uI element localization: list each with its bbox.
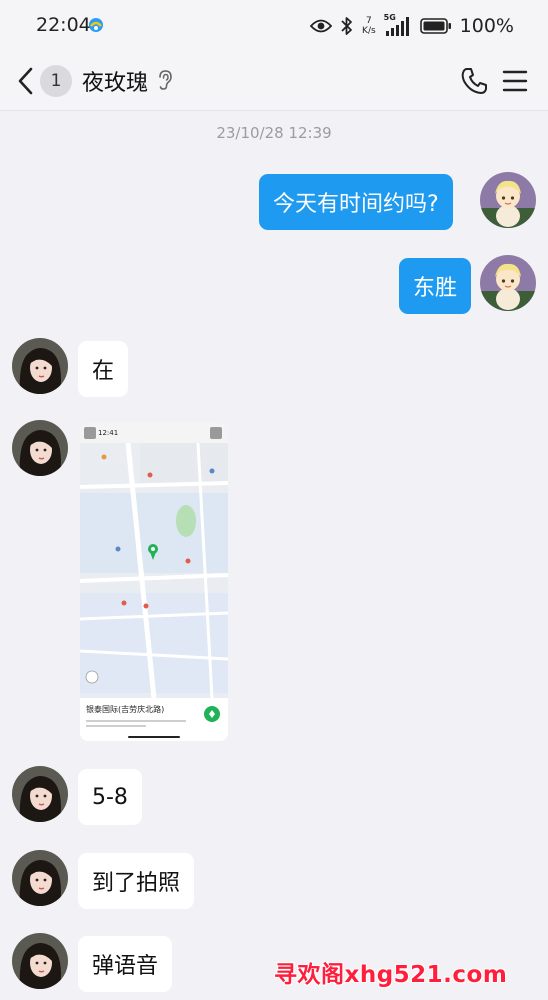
bluetooth-icon	[341, 17, 352, 35]
incoming-message-bubble[interactable]: 5-8	[78, 769, 142, 825]
signal-group: 5G	[384, 13, 412, 37]
net-speed: 7 K/s	[362, 16, 376, 36]
message-timestamp: 23/10/28 12:39	[216, 124, 332, 142]
back-chevron-icon	[18, 67, 33, 95]
status-icons: 7 K/s 5G 100%	[310, 12, 514, 40]
unread-badge: 1	[40, 65, 72, 97]
net-speed-value: 7	[365, 16, 372, 26]
phone-icon[interactable]	[460, 66, 490, 96]
my-avatar[interactable]	[480, 172, 536, 228]
contact-avatar[interactable]	[12, 420, 68, 476]
battery-icon	[419, 18, 451, 34]
contact-avatar-image	[12, 933, 68, 989]
signal-icon	[385, 17, 409, 36]
my-avatar[interactable]	[480, 255, 536, 311]
ear-icon[interactable]	[157, 69, 173, 91]
map-time-label: 12:41	[98, 429, 119, 437]
outgoing-message-bubble[interactable]: 今天有时间约吗?	[259, 174, 453, 230]
contact-avatar[interactable]	[12, 933, 68, 989]
incoming-message-bubble[interactable]: 在	[78, 341, 129, 397]
map-place-name: 银泰国际(吉劳庆北路)	[86, 705, 165, 714]
app-notification-icon	[89, 18, 103, 32]
contact-avatar-image	[12, 338, 68, 394]
contact-avatar[interactable]	[12, 338, 68, 394]
status-bar: 22:04 7 K/s 5G 100%	[0, 0, 548, 52]
menu-icon[interactable]	[502, 66, 528, 96]
outgoing-message-bubble[interactable]: 东胜	[399, 258, 472, 314]
eye-icon	[310, 19, 333, 33]
contact-avatar[interactable]	[12, 766, 68, 822]
status-time: 22:04	[36, 14, 91, 36]
net-speed-unit: K/s	[362, 26, 376, 36]
contact-avatar-image	[12, 420, 68, 476]
my-avatar-image	[480, 172, 536, 228]
back-button[interactable]: 1	[16, 64, 76, 98]
incoming-message-bubble[interactable]: 到了拍照	[78, 853, 195, 909]
chat-title[interactable]: 夜玫瑰	[82, 65, 148, 97]
chat-header: 1 夜玫瑰	[0, 52, 548, 111]
battery-percent: 100%	[459, 15, 514, 37]
map-image-message[interactable]: 12:41 银泰国际(吉劳庆北路)	[80, 423, 228, 741]
incoming-message-bubble[interactable]: 弹语音	[78, 936, 173, 992]
map-screenshot	[80, 423, 228, 741]
watermark-text: 寻欢阁xhg521.com	[274, 962, 508, 988]
contact-avatar[interactable]	[12, 850, 68, 906]
contact-avatar-image	[12, 766, 68, 822]
contact-avatar-image	[12, 850, 68, 906]
my-avatar-image	[480, 255, 536, 311]
